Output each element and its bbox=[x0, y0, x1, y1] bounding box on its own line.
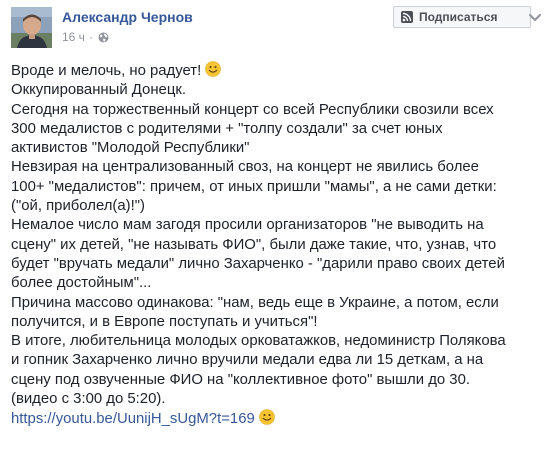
post-line: (видео с 3:00 до 5:20). bbox=[11, 391, 166, 408]
subscribe-label: Подписаться bbox=[419, 10, 498, 24]
post-line: активистов "Молодой Республики" bbox=[11, 140, 250, 157]
rss-icon bbox=[401, 11, 413, 23]
avatar-image bbox=[11, 7, 52, 48]
post-line: сцену" их детей, "не называть ФИО", были… bbox=[11, 236, 497, 253]
post-line: более достойным"... bbox=[11, 275, 152, 292]
post-line: Сегодня на торжественный концерт со всей… bbox=[11, 101, 494, 118]
post-line: Оккупированный Донецк. bbox=[11, 82, 187, 99]
post-line: получится, и в Европе поступать и учитьс… bbox=[11, 313, 318, 330]
facebook-post: Александр Чернов 16 ч · Подписаться Врод… bbox=[0, 0, 551, 468]
post-line: Немалое число мам загодя просили организ… bbox=[11, 217, 484, 234]
chevron-down-icon[interactable] bbox=[525, 7, 545, 27]
post-line: В итоге, любительница молодых орковатажк… bbox=[11, 333, 506, 350]
avatar[interactable] bbox=[11, 7, 52, 48]
post-line: Невзирая на централизованный своз, на ко… bbox=[11, 159, 479, 176]
post-timestamp[interactable]: 16 ч bbox=[62, 30, 85, 44]
post-line: 100+ "медалистов": причем, от иных пришл… bbox=[11, 178, 497, 195]
post-line: ("ой, приболел(а)!") bbox=[11, 198, 146, 215]
post-line: сцену под озвученные ФИО на "коллективно… bbox=[11, 371, 471, 388]
post-meta: 16 ч · bbox=[62, 30, 109, 44]
meta-separator: · bbox=[88, 30, 93, 44]
post-line: Причина массово одинакова: "нам, ведь ещ… bbox=[11, 294, 499, 311]
post-line: и гопник Захарченко лично вручили медали… bbox=[11, 352, 484, 369]
author-name[interactable]: Александр Чернов bbox=[62, 9, 193, 25]
globe-icon[interactable] bbox=[98, 32, 109, 43]
post-line: 300 медалистов с родителями + "толпу соз… bbox=[11, 120, 443, 137]
smile-emoji-icon bbox=[258, 409, 275, 426]
post-line: Вроде и мелочь, но радует! bbox=[11, 61, 551, 81]
smile-emoji-icon bbox=[205, 61, 222, 77]
subscribe-button[interactable]: Подписаться bbox=[393, 6, 531, 28]
post-text: Вроде и мелочь, но радует! Оккупированны… bbox=[11, 61, 551, 430]
youtube-link[interactable]: https://youtu.be/UunijH_sUgM?t=169 bbox=[11, 411, 255, 427]
post-line: https://youtu.be/UunijH_sUgM?t=169 bbox=[11, 409, 551, 429]
post-line: будет "вручать медали" лично Захарченко … bbox=[11, 255, 505, 272]
